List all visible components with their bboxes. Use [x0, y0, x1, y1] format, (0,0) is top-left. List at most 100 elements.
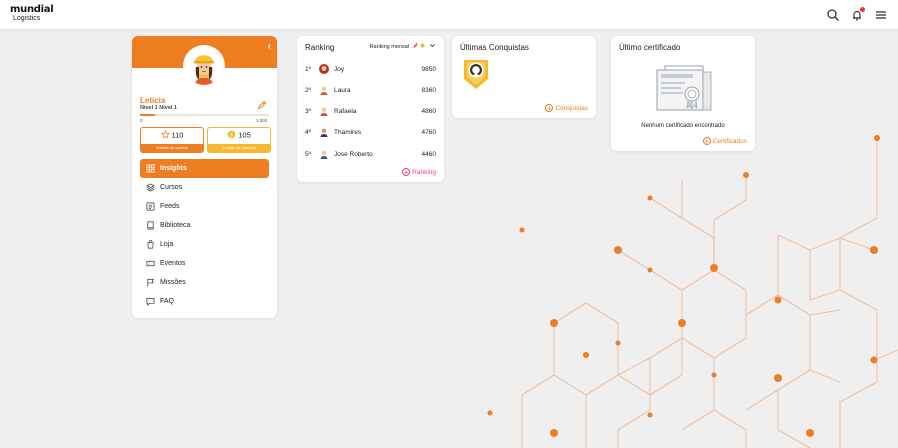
avatar[interactable] — [185, 47, 223, 85]
coin-icon: $ — [227, 130, 236, 141]
sidebar-item-cursos[interactable]: Cursos — [140, 178, 269, 197]
background-network-pattern — [487, 135, 898, 448]
ranking-card: Ranking Ranking mensal 1º Joy 9850 2º La… — [297, 36, 444, 182]
logo-subtitle: Logistics — [13, 15, 41, 22]
certificate-empty-text: Nenhum certificado encontrado — [641, 123, 725, 129]
plus-circle-icon: + — [702, 137, 711, 146]
top-bar: mundial Logistics — [0, 0, 898, 30]
coins-value-row: $105 — [208, 130, 270, 141]
sidebar-item-label: Biblioteca — [160, 222, 191, 229]
ranking-score: 4860 — [421, 107, 436, 115]
sidebar-item-biblioteca[interactable]: Biblioteca — [140, 216, 269, 235]
coins-caption: Extrato de moedas — [208, 144, 270, 152]
grid-icon — [146, 164, 155, 173]
certificate-card: Último certificado Nenhum certificado en… — [611, 36, 755, 151]
sidebar-item-eventos[interactable]: Eventos — [140, 254, 269, 273]
ranking-score: 4460 — [421, 150, 436, 158]
avatar — [319, 149, 329, 159]
ranking-position: 3º — [305, 107, 311, 115]
sidebar-menu: Insights Cursos Feeds Biblioteca Loja Ev… — [140, 159, 269, 311]
bell-icon[interactable] — [850, 7, 865, 22]
plus-circle-icon: + — [545, 104, 554, 113]
star-icon — [160, 129, 170, 141]
coins-statement-button[interactable]: $105 Extrato de moedas — [207, 127, 271, 153]
ranking-score: 8360 — [421, 86, 436, 94]
ranking-position: 1º — [305, 65, 311, 73]
rocket-icon — [411, 42, 418, 51]
menu-icon[interactable] — [874, 8, 888, 22]
ranking-row[interactable]: 3º Rafaela 4860 — [305, 104, 436, 118]
ranking-name: Jose Roberto — [334, 150, 373, 158]
search-icon[interactable] — [826, 8, 840, 22]
avatar — [319, 64, 329, 74]
book-icon — [147, 221, 154, 230]
achievements-link[interactable]: + Conquistas — [545, 104, 588, 113]
sidebar-item-label: Feeds — [160, 203, 180, 210]
certificate-title: Último certificado — [619, 43, 681, 52]
ranking-title: Ranking — [305, 43, 335, 52]
certificates-link-label: Certificados — [712, 137, 747, 145]
sidebar-item-label: Cursos — [160, 184, 183, 191]
pencil-icon[interactable] — [257, 97, 267, 110]
ranking-link[interactable]: + Ranking — [402, 168, 436, 177]
sidebar-item-label: Loja — [160, 241, 174, 248]
logo[interactable]: mundial Logistics — [10, 4, 54, 23]
ranking-name: Rafaela — [334, 107, 357, 115]
points-value-row: 110 — [141, 129, 203, 141]
sidebar-item-loja[interactable]: Loja — [140, 235, 269, 254]
ranking-score: 4760 — [421, 128, 436, 136]
profile-name: Letícia — [140, 96, 166, 105]
ranking-row[interactable]: 1º Joy 9850 — [305, 62, 436, 76]
feed-icon — [146, 202, 155, 211]
certificates-link[interactable]: + Certificados — [702, 137, 747, 146]
ranking-position: 4º — [305, 128, 311, 136]
ranking-position: 5º — [305, 150, 311, 158]
ranking-row[interactable]: 4º Thamires 4760 — [305, 125, 436, 139]
sidebar-item-feeds[interactable]: Feeds — [140, 197, 269, 216]
medal-icon[interactable] — [461, 57, 491, 91]
notification-dot — [860, 7, 865, 12]
ranking-period-select[interactable]: Ranking mensal — [370, 42, 436, 51]
plus-circle-icon: + — [402, 168, 411, 177]
sidebar-item-label: Missões — [160, 279, 186, 286]
svg-text:$: $ — [230, 132, 233, 138]
logo-wordmark: mundial — [10, 4, 54, 15]
level-progress-fill — [140, 114, 156, 116]
ticket-icon — [146, 260, 155, 267]
chevron-down-icon — [429, 42, 436, 51]
achievements-title: Últimas Conquistas — [460, 43, 529, 52]
ranking-name: Laura — [334, 86, 351, 94]
profile-card: ‹ Letícia Nível 1 Nível 1 0 1.000 110 Ex… — [132, 36, 277, 318]
sidebar-item-faq[interactable]: FAQ — [140, 292, 269, 311]
sidebar-item-label: Insights — [160, 165, 187, 172]
ranking-row[interactable]: 2º Laura 8360 — [305, 83, 436, 97]
coins-value: 105 — [238, 130, 251, 140]
sparkle-icon — [419, 42, 426, 51]
certificate-icon — [655, 64, 713, 116]
cart-icon — [147, 240, 154, 249]
flag-icon — [147, 278, 154, 287]
sidebar-item-label: FAQ — [160, 298, 175, 305]
ranking-row[interactable]: 5º Jose Roberto 4460 — [305, 147, 436, 161]
progress-max: 1.000 — [256, 118, 268, 123]
level-progress-bar — [140, 114, 269, 116]
ranking-period-label: Ranking mensal — [369, 43, 409, 50]
sidebar-item-insights[interactable]: Insights — [140, 159, 269, 178]
avatar — [319, 127, 329, 137]
ranking-score: 9850 — [421, 65, 436, 73]
progress-min: 0 — [140, 118, 143, 123]
ranking-link-label: Ranking — [412, 168, 436, 176]
avatar — [319, 85, 329, 95]
achievements-card: Últimas Conquistas + Conquistas — [452, 36, 596, 118]
chat-icon — [146, 297, 155, 306]
points-value: 110 — [171, 130, 184, 140]
points-caption: Extrato de pontos — [141, 144, 203, 152]
chevron-left-icon[interactable]: ‹ — [268, 41, 271, 52]
sidebar-item-missoes[interactable]: Missões — [140, 273, 269, 292]
sidebar-item-label: Eventos — [160, 260, 186, 267]
ranking-name: Joy — [334, 65, 345, 73]
ranking-position: 2º — [305, 86, 311, 94]
achievements-link-label: Conquistas — [555, 104, 588, 112]
points-statement-button[interactable]: 110 Extrato de pontos — [140, 127, 204, 153]
avatar — [319, 106, 329, 116]
